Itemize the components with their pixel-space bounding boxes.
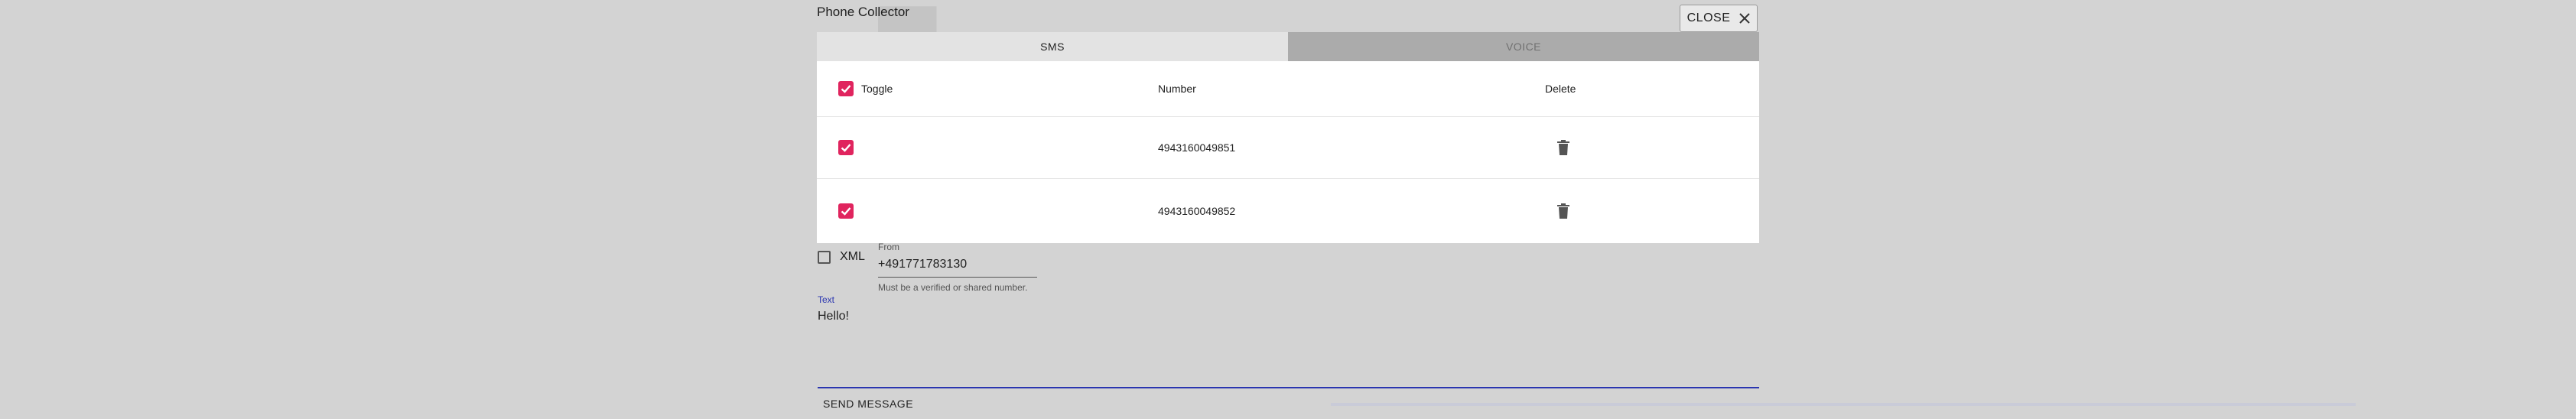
from-field-label: From <box>878 242 899 252</box>
toggle-all-checkbox[interactable] <box>838 81 854 96</box>
send-message-button[interactable]: SEND MESSAGE <box>823 398 913 410</box>
column-header-toggle: Toggle <box>861 83 893 95</box>
numbers-table: Toggle Number Delete 4943160049851 49431… <box>817 61 1759 243</box>
tab-bar: SMS VOICE <box>817 32 1759 61</box>
text-field-label: Text <box>818 294 835 305</box>
tab-voice[interactable]: VOICE <box>1288 32 1759 61</box>
dialog-title: Phone Collector <box>817 5 909 19</box>
table-header-row: Toggle Number Delete <box>817 61 1759 117</box>
text-field-underline <box>818 387 1759 388</box>
from-field-helper: Must be a verified or shared number. <box>878 282 1028 293</box>
column-header-number: Number <box>1158 83 1196 95</box>
checkbox-checked-icon <box>841 144 851 152</box>
tab-sms[interactable]: SMS <box>817 32 1288 61</box>
xml-label: XML <box>840 250 865 263</box>
background-bar <box>1331 403 2356 406</box>
checkbox-checked-icon <box>841 207 851 216</box>
trash-icon[interactable] <box>1557 203 1569 219</box>
text-field[interactable]: Hello! <box>818 310 849 323</box>
phone-number: 4943160049851 <box>1158 141 1236 154</box>
trash-icon[interactable] <box>1557 140 1569 155</box>
from-field[interactable]: +491771783130 <box>878 258 967 271</box>
close-button[interactable]: CLOSE <box>1680 5 1758 32</box>
xml-checkbox[interactable] <box>818 251 831 264</box>
checkbox-checked-icon <box>841 85 851 93</box>
row-checkbox[interactable] <box>838 140 854 155</box>
table-row: 4943160049851 <box>817 117 1759 179</box>
close-icon <box>1739 13 1751 24</box>
close-button-label: CLOSE <box>1686 11 1731 24</box>
row-checkbox[interactable] <box>838 203 854 219</box>
table-row: 4943160049852 <box>817 179 1759 243</box>
from-field-underline <box>878 277 1037 278</box>
phone-number: 4943160049852 <box>1158 205 1236 217</box>
column-header-delete: Delete <box>1545 83 1576 95</box>
